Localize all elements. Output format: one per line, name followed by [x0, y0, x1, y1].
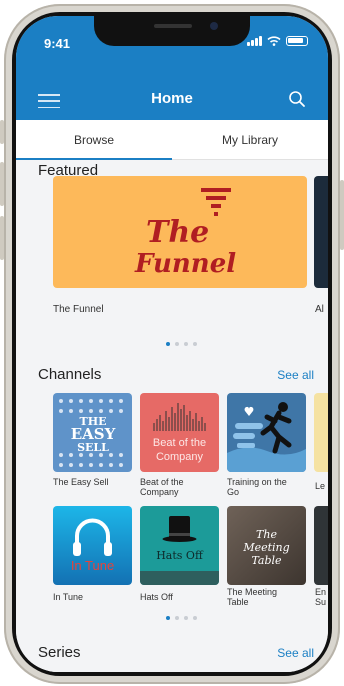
art-text: SELL [77, 441, 109, 454]
tile-art-text: Hats Off [156, 549, 203, 562]
channel-tile-in-tune[interactable]: In Tune [53, 506, 132, 585]
tile-art-text: The Meeting Table [243, 528, 290, 567]
tile-stripe [140, 571, 219, 585]
channel-label: The Meeting Table [227, 587, 278, 607]
featured-card[interactable]: The Funnel [53, 176, 307, 288]
camera [210, 22, 218, 30]
featured-pager[interactable] [166, 342, 197, 346]
search-icon[interactable] [288, 90, 306, 108]
easy-sell-artwork: THE EASY SELL [59, 399, 123, 467]
funnel-artwork: The Funnel [134, 188, 236, 279]
channel-tile-hats-off[interactable]: Hats Off [140, 506, 219, 585]
channel-label: In Tune [53, 592, 84, 602]
featured-item-label: The Funnel [53, 304, 104, 315]
channel-tile-beat-of-the-company[interactable]: Beat of the Company [140, 393, 219, 472]
channel-label: Hats Off [140, 592, 173, 602]
featured-item-label: Al [315, 304, 324, 315]
notch [94, 16, 250, 46]
side-button [0, 216, 4, 260]
pager-dot[interactable] [175, 616, 179, 620]
channel-label: The Easy Sell [53, 477, 109, 487]
tile-art-text: Beat of the Company [152, 437, 207, 463]
channel-tile-easy-sell[interactable]: THE EASY SELL [53, 393, 132, 472]
status-time: 9:41 [44, 36, 71, 51]
channels-heading: Channels [38, 366, 102, 383]
side-button [340, 180, 344, 250]
pager-dot[interactable] [193, 342, 197, 346]
channels-see-all-link[interactable]: See all [277, 368, 314, 382]
side-button [0, 120, 4, 144]
headphones-icon [73, 518, 112, 556]
channel-tile-the-meeting-table[interactable]: The Meeting Table [227, 506, 306, 585]
tile-art-text: In Tune [70, 558, 115, 573]
channel-tile-next[interactable] [314, 393, 328, 472]
pager-dot[interactable] [193, 616, 197, 620]
channel-tile-next[interactable] [314, 506, 328, 585]
featured-card-next[interactable] [314, 176, 328, 288]
page-title: Home [151, 90, 193, 107]
pager-dot[interactable] [166, 342, 170, 346]
tab-my-library[interactable]: My Library [172, 120, 328, 159]
pager-dot[interactable] [175, 342, 179, 346]
runner-artwork [227, 402, 306, 472]
tab-browse[interactable]: Browse [16, 120, 172, 160]
pager-dot[interactable] [184, 616, 188, 620]
series-see-all-link[interactable]: See all [277, 646, 314, 660]
channel-label: Le [315, 481, 326, 491]
channel-tile-training-on-the-go[interactable] [227, 393, 306, 472]
pager-dot[interactable] [184, 342, 188, 346]
side-button [0, 162, 4, 206]
status-icons [247, 36, 308, 46]
art-word-funnel: Funnel [134, 249, 236, 279]
signal-icon [247, 36, 262, 46]
tab-bar: Browse My Library [16, 120, 328, 160]
channel-label: Training on the Go [227, 477, 287, 497]
channels-pager[interactable] [166, 616, 197, 620]
channel-label: En Su [315, 587, 327, 607]
content: Featured The Funnel The Funnel Al Channe… [16, 160, 328, 672]
series-heading: Series [38, 644, 81, 661]
speaker [154, 24, 192, 28]
art-word-the: The [146, 215, 209, 250]
pager-dot[interactable] [166, 616, 170, 620]
screen: 9:41 Home Browse My Library Featured The… [16, 16, 328, 672]
wifi-icon [267, 36, 281, 46]
battery-icon [286, 36, 308, 46]
channel-label: Beat of the Company [140, 477, 184, 497]
